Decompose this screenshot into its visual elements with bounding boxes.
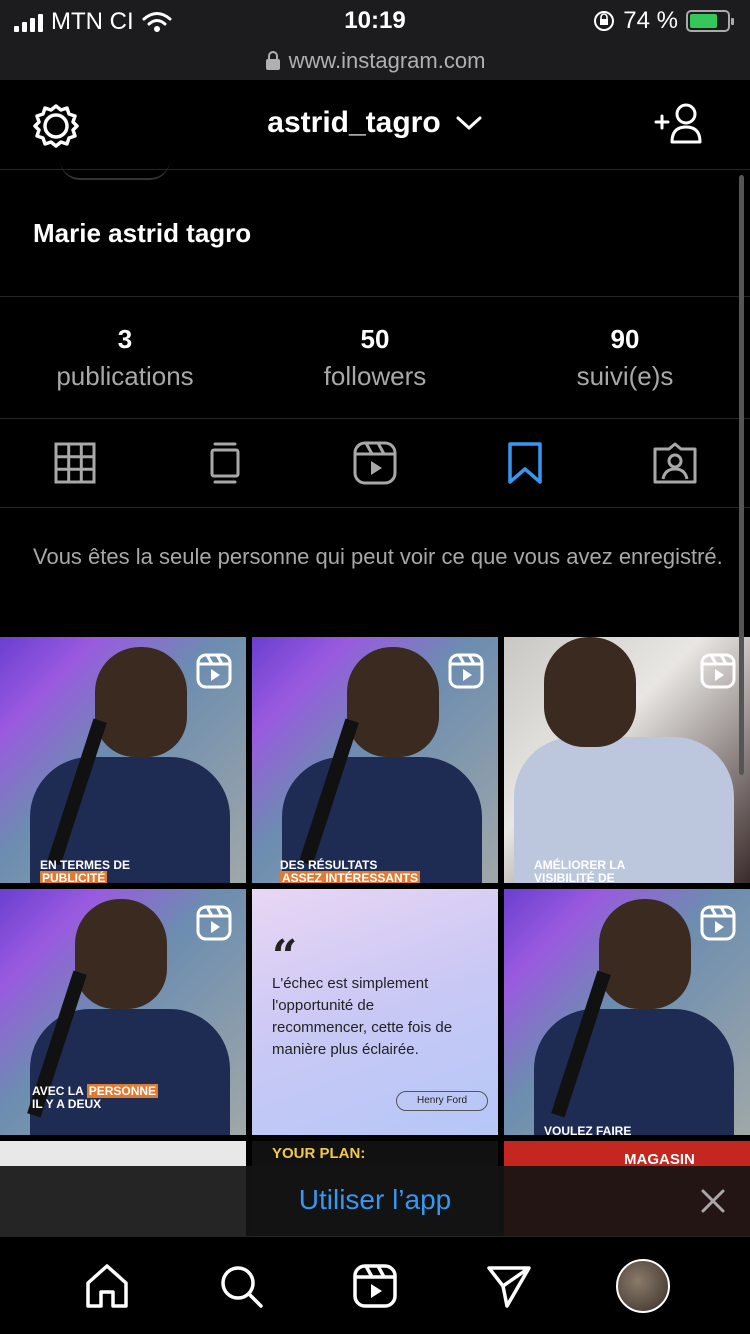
search-icon xyxy=(221,1265,263,1308)
reels-icon xyxy=(196,905,232,941)
saved-post[interactable]: AMÉLIORER LA VISIBILITÉ DE xyxy=(504,637,750,883)
post-thumbnail: VOULEZ FAIRE xyxy=(504,889,750,1135)
feed-icon xyxy=(210,442,240,484)
reels-icon xyxy=(196,653,232,689)
stat-value: 50 xyxy=(360,324,390,354)
battery-icon xyxy=(686,10,734,32)
reels-icon xyxy=(353,441,397,485)
username: astrid_tagro xyxy=(267,106,441,139)
tab-feed[interactable] xyxy=(150,419,300,507)
lock-icon xyxy=(265,51,280,70)
nav-profile[interactable] xyxy=(613,1256,673,1316)
status-bar: MTN CI 10:19 74 % xyxy=(0,0,750,42)
divider xyxy=(0,296,750,297)
stat-publications[interactable]: 3 publications xyxy=(0,298,250,418)
tagged-icon xyxy=(653,442,697,484)
use-app-button[interactable]: Utiliser l’app xyxy=(0,1184,750,1216)
close-icon[interactable] xyxy=(696,1184,730,1218)
tab-saved[interactable] xyxy=(450,419,600,507)
nav-search[interactable] xyxy=(211,1256,271,1316)
reels-icon xyxy=(448,653,484,689)
reels-icon xyxy=(700,653,736,689)
post-thumbnail: EN TERMES DE PUBLICITÉ xyxy=(0,637,246,883)
add-user-icon[interactable] xyxy=(652,100,706,148)
saved-post[interactable]: DES RÉSULTATS ASSEZ INTÉRESSANTS xyxy=(252,637,498,883)
username-switcher[interactable]: astrid_tagro xyxy=(0,106,750,140)
saved-post[interactable]: EN TERMES DE PUBLICITÉ xyxy=(0,637,246,883)
saved-post[interactable]: AVEC LA PERSONNE IL Y A DEUX xyxy=(0,889,246,1135)
tab-reels[interactable] xyxy=(300,419,450,507)
bookmark-icon xyxy=(508,442,542,484)
stat-label: suivi(e)s xyxy=(576,361,674,391)
nav-reels[interactable] xyxy=(345,1256,405,1316)
post-caption: VOULEZ FAIRE xyxy=(544,1124,632,1136)
tab-grid[interactable] xyxy=(0,419,150,507)
post-thumbnail: DES RÉSULTATS ASSEZ INTÉRESSANTS xyxy=(252,637,498,883)
nav-home[interactable] xyxy=(77,1256,137,1316)
reels-icon xyxy=(700,905,736,941)
saved-privacy-note: Vous êtes la seule personne qui peut voi… xyxy=(33,544,723,569)
profile-stats: 3 publications 50 followers 90 suivi(e)s xyxy=(0,298,750,418)
saved-post[interactable]: VOULEZ FAIRE xyxy=(504,889,750,1135)
tab-tagged[interactable] xyxy=(600,419,750,507)
stat-value: 90 xyxy=(610,324,640,354)
post-thumbnail: AVEC LA PERSONNE IL Y A DEUX xyxy=(0,889,246,1135)
quote-text: L'échec est simplement l'opportunité de … xyxy=(272,975,453,1058)
saved-post[interactable]: “ L'échec est simplement l'opportunité d… xyxy=(252,889,498,1135)
avatar xyxy=(616,1258,670,1313)
post-caption: AVEC LA PERSONNE IL Y A DEUX xyxy=(32,1084,159,1111)
chevron-down-icon xyxy=(456,116,482,130)
grid-icon xyxy=(54,442,96,484)
bottom-nav xyxy=(0,1236,750,1334)
stat-value: 3 xyxy=(117,324,133,354)
nav-direct[interactable] xyxy=(479,1256,539,1316)
battery-percent: 74 % xyxy=(623,7,678,34)
url-text: www.instagram.com xyxy=(288,48,486,73)
stat-followers[interactable]: 50 followers xyxy=(250,298,500,418)
reels-icon xyxy=(353,1263,397,1308)
stat-label: followers xyxy=(323,361,427,391)
use-app-banner: Utiliser l’app xyxy=(0,1166,750,1236)
stat-label: publications xyxy=(56,361,194,391)
display-name: Marie astrid tagro xyxy=(33,218,252,248)
post-caption: DES RÉSULTATS ASSEZ INTÉRESSANTS xyxy=(280,858,421,883)
post-caption: AMÉLIORER LA VISIBILITÉ DE xyxy=(534,858,626,884)
profile-tabs xyxy=(0,419,750,507)
send-icon xyxy=(487,1265,531,1308)
quote-author: Henry Ford xyxy=(396,1091,488,1111)
stat-following[interactable]: 90 suivi(e)s xyxy=(500,298,750,418)
orientation-lock-icon xyxy=(594,11,615,31)
post-thumbnail: AMÉLIORER LA VISIBILITÉ DE xyxy=(504,637,750,883)
home-icon xyxy=(86,1263,128,1308)
url-bar[interactable]: www.instagram.com xyxy=(0,42,750,80)
post-caption: YOUR PLAN: xyxy=(272,1145,366,1162)
post-caption: EN TERMES DE PUBLICITÉ xyxy=(40,858,131,883)
battery-info: 74 % xyxy=(593,7,734,35)
avatar-edge xyxy=(60,160,170,180)
profile-header: astrid_tagro xyxy=(0,80,750,170)
scrollbar[interactable] xyxy=(739,175,744,775)
divider xyxy=(0,507,750,508)
